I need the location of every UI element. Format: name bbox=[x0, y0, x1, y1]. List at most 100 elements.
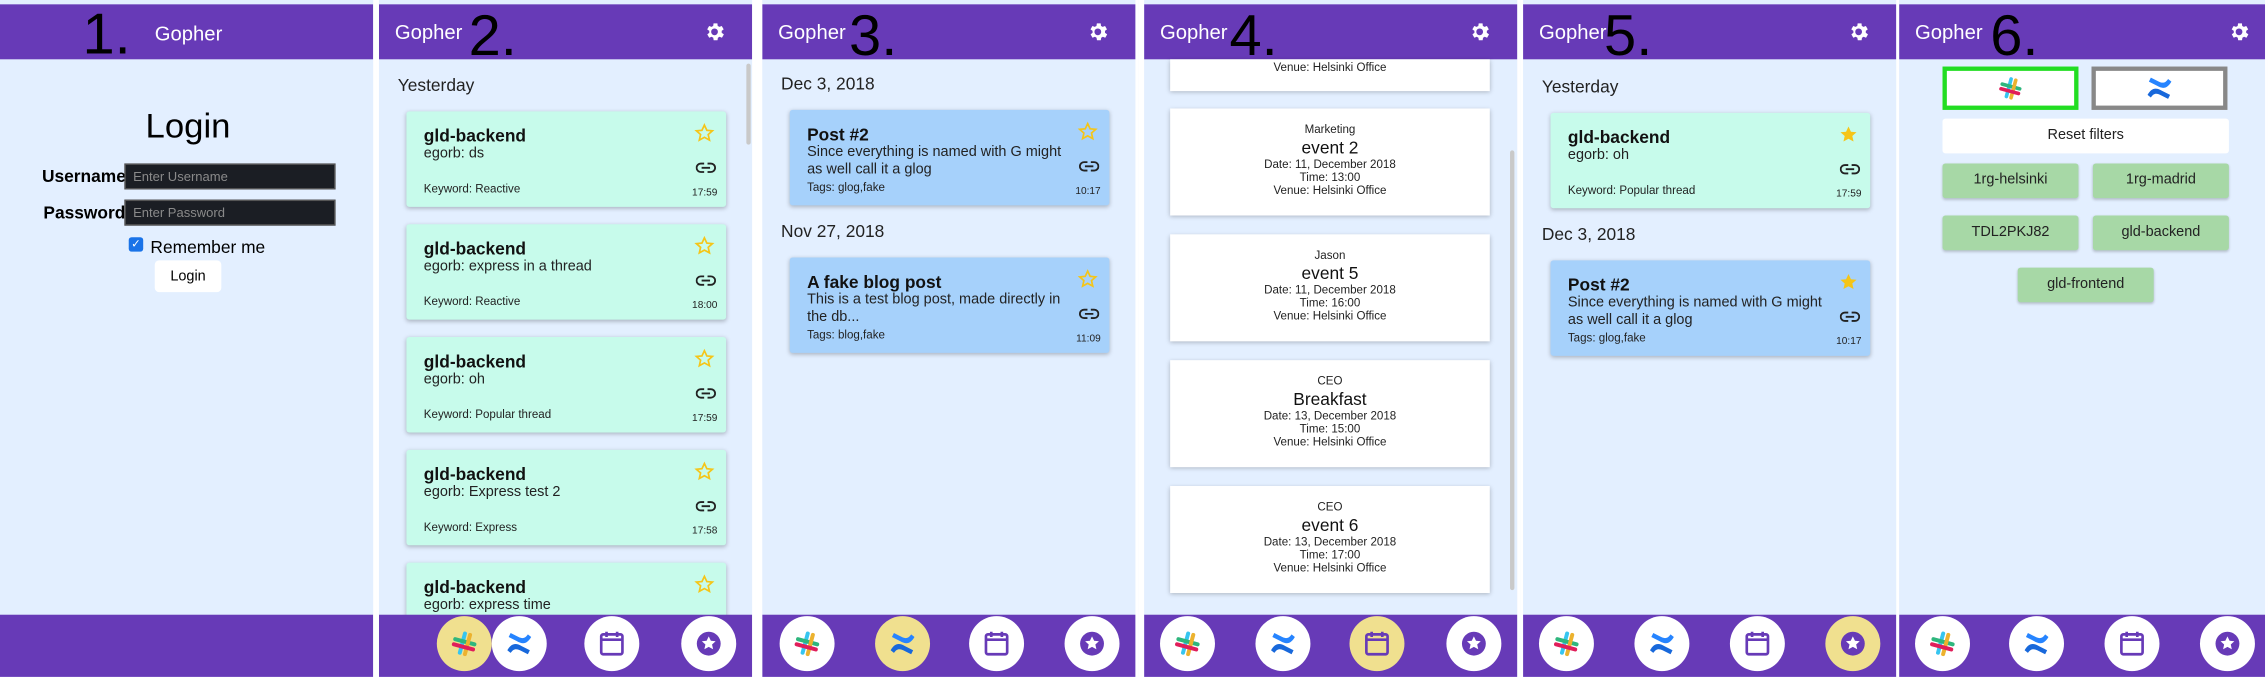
filter-chip[interactable]: 1rg-helsinki bbox=[1942, 163, 2079, 199]
nav-starred-button[interactable] bbox=[2199, 616, 2255, 672]
star-filled-icon[interactable] bbox=[1838, 124, 1858, 144]
nav-slack-button[interactable] bbox=[779, 616, 835, 672]
panel-number: 3. bbox=[849, 4, 898, 68]
nav-confluence-button[interactable] bbox=[491, 616, 547, 672]
filter-chip[interactable]: TDL2PKJ82 bbox=[1942, 215, 2079, 251]
card-tags: Tags: glog,fake bbox=[807, 180, 885, 194]
star-outline-icon[interactable] bbox=[694, 235, 715, 256]
link-icon[interactable] bbox=[1839, 310, 1861, 324]
gear-icon[interactable] bbox=[703, 20, 726, 43]
password-input[interactable] bbox=[124, 199, 336, 226]
nav-slack-button[interactable] bbox=[1538, 616, 1594, 672]
event-card[interactable]: CEO Breakfast Date: 13, December 2018 Ti… bbox=[1170, 360, 1490, 468]
nav-slack-button[interactable] bbox=[1915, 616, 1970, 672]
nav-slack-button[interactable] bbox=[436, 616, 492, 672]
filter-source-confluence[interactable] bbox=[2091, 66, 2228, 110]
star-filled-icon[interactable] bbox=[1838, 272, 1858, 292]
slack-icon bbox=[1930, 631, 1955, 657]
app-header: Gopher bbox=[1899, 4, 2266, 60]
starred-icon bbox=[1840, 631, 1865, 656]
card-title: Post #2 bbox=[1567, 274, 1630, 296]
star-outline-icon[interactable] bbox=[694, 461, 715, 481]
date-heading: Dec 3, 2018 bbox=[1541, 224, 1636, 245]
app-title: Gopher bbox=[1160, 20, 1228, 44]
nav-starred-button[interactable] bbox=[1446, 616, 1502, 672]
link-icon[interactable] bbox=[695, 161, 716, 175]
nav-starred-button[interactable] bbox=[681, 616, 737, 672]
list-item[interactable]: gld-backend egorb: oh Keyword: Popular t… bbox=[406, 337, 727, 433]
list-item[interactable]: gld-backend egorb: Express test 2 Keywor… bbox=[406, 449, 727, 546]
reset-filters-button[interactable]: Reset filters bbox=[1942, 118, 2229, 154]
event-organizer: Marketing bbox=[1304, 122, 1356, 136]
star-outline-icon[interactable] bbox=[694, 348, 715, 369]
starred-icon bbox=[1080, 631, 1104, 656]
card-snippet: egorb: express time bbox=[423, 597, 551, 614]
username-input[interactable] bbox=[124, 163, 336, 190]
app-title: Gopher bbox=[154, 21, 223, 45]
nav-starred-button[interactable] bbox=[1064, 616, 1120, 672]
card-keyword: Keyword: Popular thread bbox=[1567, 183, 1696, 197]
nav-calendar-button[interactable] bbox=[584, 616, 640, 672]
nav-calendar-button[interactable] bbox=[969, 616, 1025, 672]
card-title: gld-backend bbox=[1567, 127, 1671, 148]
link-icon[interactable] bbox=[1079, 307, 1100, 321]
list-item[interactable]: gld-backend egorb: express in a thread K… bbox=[406, 224, 727, 320]
filter-chip[interactable]: 1rg-madrid bbox=[2092, 163, 2229, 199]
nav-calendar-button[interactable] bbox=[2104, 616, 2160, 672]
date-heading: Dec 3, 2018 bbox=[781, 73, 875, 95]
star-outline-icon[interactable] bbox=[694, 123, 715, 143]
link-icon[interactable] bbox=[1079, 159, 1100, 173]
gear-icon[interactable] bbox=[1086, 20, 1109, 43]
scrollbar[interactable] bbox=[1510, 150, 1515, 591]
remember-me-label: Remember me bbox=[150, 237, 266, 258]
event-card[interactable]: Marketing event 2 Date: 11, December 201… bbox=[1170, 108, 1490, 216]
star-outline-icon[interactable] bbox=[1077, 121, 1098, 141]
nav-calendar-button[interactable] bbox=[1729, 616, 1785, 672]
remember-me-checkbox[interactable]: ✓ bbox=[128, 237, 144, 252]
link-icon[interactable] bbox=[695, 386, 716, 400]
gear-icon[interactable] bbox=[1468, 20, 1491, 43]
nav-confluence-button[interactable] bbox=[1634, 616, 1690, 672]
filter-source-slack[interactable] bbox=[1942, 66, 2079, 110]
link-icon[interactable] bbox=[695, 499, 716, 513]
list-item[interactable]: gld-backend egorb: oh Keyword: Popular t… bbox=[1550, 112, 1871, 209]
calendar-icon bbox=[984, 631, 1009, 656]
event-card[interactable]: Jason event 5 Date: 11, December 2018 Ti… bbox=[1170, 234, 1490, 342]
event-venue: Venue: Helsinki Office bbox=[1273, 183, 1387, 197]
card-snippet: This is a test blog post, made directly … bbox=[807, 292, 1061, 326]
link-icon[interactable] bbox=[1839, 162, 1861, 176]
nav-slack-button[interactable] bbox=[1160, 616, 1215, 672]
star-outline-icon[interactable] bbox=[694, 574, 715, 594]
star-outline-icon[interactable] bbox=[1077, 269, 1098, 289]
list-item[interactable]: Post #2 Since everything is named with G… bbox=[1550, 260, 1871, 356]
event-card[interactable]: CEO event 6 Date: 13, December 2018 Time… bbox=[1170, 485, 1490, 594]
slack-icon bbox=[1175, 631, 1200, 657]
card-time: 17:59 bbox=[1836, 189, 1862, 200]
list-item[interactable]: gld-backend egorb: ds Keyword: Reactive … bbox=[406, 111, 727, 207]
list-item[interactable]: Post #2 Since everything is named with G… bbox=[789, 109, 1110, 206]
link-icon[interactable] bbox=[695, 273, 716, 287]
nav-confluence-button[interactable] bbox=[1255, 616, 1311, 672]
event-time: Time: 15:00 bbox=[1299, 422, 1361, 436]
filter-chip[interactable]: gld-backend bbox=[2092, 215, 2229, 251]
card-time: 10:17 bbox=[1836, 337, 1862, 348]
event-card-partial[interactable]: Venue: Helsinki Office bbox=[1170, 59, 1490, 92]
nav-confluence-button[interactable] bbox=[875, 616, 931, 672]
login-button[interactable]: Login bbox=[154, 260, 222, 293]
nav-starred-button[interactable] bbox=[1825, 616, 1881, 672]
starred-icon bbox=[696, 631, 721, 656]
starred-icon bbox=[1461, 631, 1486, 656]
nav-calendar-button[interactable] bbox=[1349, 616, 1405, 672]
app-header: Gopher bbox=[0, 4, 374, 60]
list-item[interactable]: A fake blog post This is a test blog pos… bbox=[789, 257, 1110, 353]
slack-icon bbox=[1553, 631, 1579, 657]
gear-icon[interactable] bbox=[1847, 20, 1870, 43]
bottom-nav bbox=[762, 614, 1136, 677]
slack-icon bbox=[794, 631, 820, 657]
gear-icon[interactable] bbox=[2227, 20, 2250, 43]
card-keyword: Keyword: Reactive bbox=[423, 182, 521, 196]
filter-chip[interactable]: gld-frontend bbox=[2017, 267, 2154, 303]
nav-confluence-button[interactable] bbox=[2009, 616, 2065, 672]
slack-icon bbox=[1999, 77, 2022, 100]
scrollbar[interactable] bbox=[746, 63, 751, 145]
